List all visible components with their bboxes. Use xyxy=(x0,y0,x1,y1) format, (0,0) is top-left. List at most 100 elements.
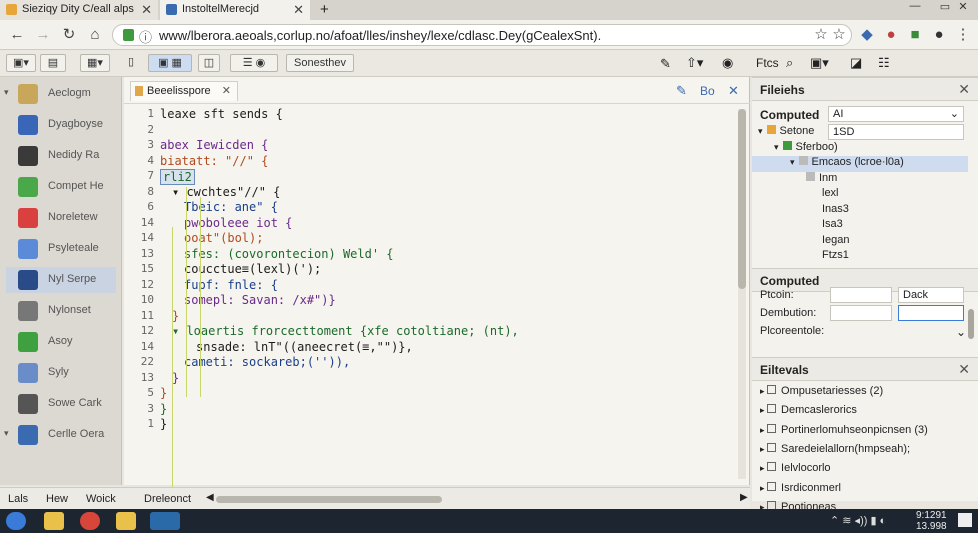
selector-dropdown[interactable]: Sonesthev xyxy=(286,54,354,72)
checkbox-icon[interactable] xyxy=(767,462,777,472)
tree-row[interactable]: Inm xyxy=(806,171,974,188)
status-item[interactable]: Woick xyxy=(86,493,116,505)
chrome-icon[interactable] xyxy=(80,512,100,530)
tree-row[interactable]: Isa3 xyxy=(822,218,974,234)
field-extra[interactable]: Dack xyxy=(898,287,964,303)
horizontal-scroll-thumb[interactable] xyxy=(216,496,442,503)
expand-arrow-icon[interactable]: ▸ xyxy=(760,405,767,415)
event-row[interactable]: ▸ Ielvlocorlo xyxy=(760,462,966,478)
sidebar-item[interactable]: Nyl Serpe xyxy=(6,267,116,293)
bookmark-icon[interactable]: ☆ xyxy=(830,26,848,44)
sidebar-item[interactable]: Syly xyxy=(6,360,116,386)
scroll-right-icon[interactable]: ▶ xyxy=(740,492,748,503)
expand-arrow-icon[interactable]: ▾ xyxy=(4,87,9,98)
status-item[interactable]: Lals xyxy=(8,493,28,505)
checkbox-icon[interactable] xyxy=(767,385,777,394)
forward-arrow-icon[interactable]: → xyxy=(34,26,52,44)
clock-time[interactable]: 9:1291 xyxy=(916,510,947,521)
reload-icon[interactable]: ↻ xyxy=(60,26,78,44)
event-row[interactable]: ▸ Demcaslerorics xyxy=(760,404,966,420)
settings-icon[interactable]: ◉ xyxy=(722,55,733,71)
browser-taskbar-icon[interactable] xyxy=(150,512,180,530)
sidebar-item[interactable]: Noreletew xyxy=(6,205,116,231)
expand-arrow-icon[interactable]: ▸ xyxy=(760,386,767,396)
scroll-left-icon[interactable]: ◀ xyxy=(206,492,214,503)
expand-arrow-icon[interactable]: ▸ xyxy=(760,483,767,493)
clock-date[interactable]: 13.998 xyxy=(916,521,947,532)
event-row[interactable]: ▸ Saredeielallorn(hmpseah); xyxy=(760,442,966,459)
scroll-thumb[interactable] xyxy=(738,109,746,289)
expand-arrow-icon[interactable]: ▸ xyxy=(760,444,767,454)
tree-row[interactable]: Ftzs1 xyxy=(822,249,974,265)
tree-row[interactable]: lexl xyxy=(822,187,974,203)
expand-arrow-icon[interactable]: ▾ xyxy=(758,126,763,136)
notification-icon[interactable] xyxy=(958,513,972,527)
inspect-icon[interactable]: ▣▾ xyxy=(6,54,36,72)
start-icon[interactable] xyxy=(6,512,26,530)
minimize-button[interactable]: — xyxy=(900,0,930,14)
event-row[interactable]: ▸ Isrdiconmerl xyxy=(760,481,966,498)
expand-arrow-icon[interactable]: ▸ xyxy=(760,463,767,473)
sidebar-item[interactable]: Nedidy Ra xyxy=(6,143,116,169)
browser-tab-active[interactable]: InstoltelMerecjd ✕ xyxy=(160,0,310,20)
close-window-button[interactable]: ✕ xyxy=(948,0,978,14)
status-item[interactable]: Dreleonct xyxy=(144,493,191,505)
star-icon[interactable]: ☆ xyxy=(812,26,830,44)
console-icon[interactable]: ▦▾ xyxy=(80,54,110,72)
menu-icon[interactable]: ⋮ xyxy=(954,26,972,44)
expand-arrow-icon[interactable]: ▾ xyxy=(790,157,795,167)
event-row[interactable]: ▸ Ompusetariesses (2) xyxy=(760,385,966,401)
field-input[interactable] xyxy=(830,305,892,321)
pencil-icon[interactable]: ✎ xyxy=(676,83,687,99)
status-item[interactable]: Hew xyxy=(46,493,68,505)
sidebar-item[interactable]: ▾ Cerlle Oera xyxy=(4,422,116,448)
info-icon[interactable]: ⓘ xyxy=(139,27,152,46)
event-row[interactable]: ▸ Portinerlomuhseonpicnsen (3) xyxy=(760,423,966,440)
extension-icon[interactable]: ■ xyxy=(906,26,924,44)
back-arrow-icon[interactable]: ← xyxy=(8,26,26,44)
right-toolbar-label[interactable]: Ftcs xyxy=(756,56,779,70)
sidebar-item[interactable]: Asoy xyxy=(6,329,116,355)
folder-icon[interactable] xyxy=(44,512,64,530)
tree-row[interactable]: Inas3 xyxy=(822,203,974,219)
expand-arrow-icon[interactable]: ▾ xyxy=(774,142,779,152)
home-icon[interactable]: ⌂ xyxy=(86,26,104,44)
folder-icon[interactable] xyxy=(116,512,136,530)
edit-icon[interactable]: ◪ xyxy=(850,55,862,71)
tree-value-field[interactable]: 1SD xyxy=(828,124,964,140)
sidebar-item[interactable]: Dyagboyse xyxy=(6,112,116,138)
pen-icon[interactable]: ✎ xyxy=(660,56,671,72)
extension-icon[interactable]: ◆ xyxy=(858,26,876,44)
layout-icon[interactable]: ◫ xyxy=(198,54,220,72)
field-input[interactable] xyxy=(830,287,892,303)
panel-scroll-thumb[interactable] xyxy=(968,309,974,339)
checkbox-icon[interactable] xyxy=(767,423,777,433)
new-tab-button[interactable]: + xyxy=(320,1,329,18)
browser-tab[interactable]: Sieziqy Dity C/eall alps ✕ xyxy=(0,0,158,20)
image-icon[interactable]: ▣▾ xyxy=(810,55,829,71)
editor-scrollbar[interactable] xyxy=(738,109,746,479)
close-tab-icon[interactable]: ✕ xyxy=(293,2,304,18)
search-icon[interactable]: ⌕ xyxy=(786,55,793,71)
profile-icon[interactable]: ● xyxy=(930,26,948,44)
editor-tool[interactable]: Bo xyxy=(700,84,715,98)
expand-arrow-icon[interactable]: ▸ xyxy=(760,425,767,435)
tree-row[interactable]: ▾ Setone 1SD xyxy=(758,124,974,141)
tree-row[interactable]: ▾ Emcaos (lcroe·l0a) xyxy=(752,156,968,172)
sidebar-item[interactable]: Compet He xyxy=(6,174,116,200)
collapse-icon[interactable]: ✕ xyxy=(728,83,739,99)
chevron-down-icon[interactable]: ⌄ xyxy=(956,325,966,339)
elements-toggle[interactable]: ▣ ▦ xyxy=(148,54,192,72)
expand-arrow-icon[interactable]: ▾ xyxy=(4,428,9,439)
close-panel-icon[interactable]: ✕ xyxy=(958,361,970,378)
close-tab-icon[interactable]: ✕ xyxy=(222,84,231,97)
close-tab-icon[interactable]: ✕ xyxy=(141,2,152,18)
sidebar-item[interactable]: Psyleteale xyxy=(6,236,116,262)
tree-row[interactable]: Iegan xyxy=(822,234,974,250)
checkbox-icon[interactable] xyxy=(767,442,777,452)
grid-icon[interactable]: ☷ xyxy=(878,55,890,71)
focused-input[interactable] xyxy=(898,305,964,321)
sidebar-item[interactable]: ▾ Aeclogm xyxy=(4,81,116,107)
checkbox-icon[interactable] xyxy=(767,404,777,414)
address-bar[interactable]: ⓘ www/lberora.aeoals,corlup.no/afoat/lle… xyxy=(112,24,852,46)
